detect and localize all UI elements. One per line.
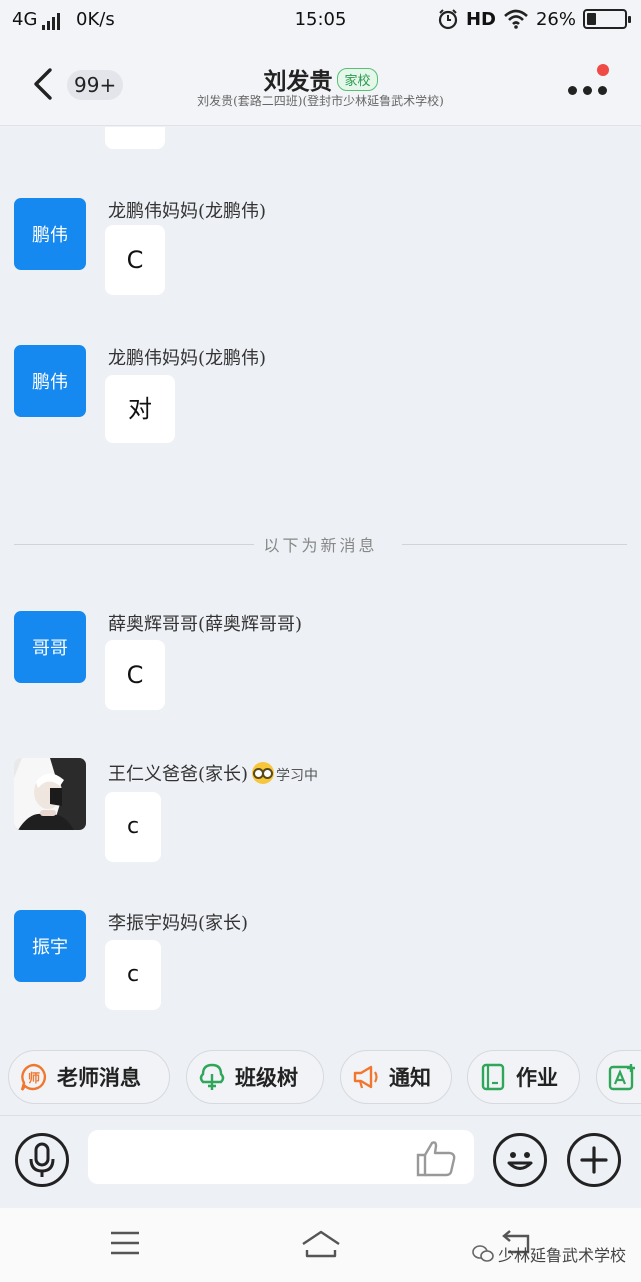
wifi-icon (504, 9, 528, 29)
smiley-icon (507, 1152, 533, 1170)
title-row: 刘发贵 家校 (0, 62, 641, 96)
sender-name: 李振宇妈妈(家长) (108, 913, 249, 934)
sender-avatar[interactable]: 哥哥 (14, 611, 86, 683)
sender-name: 龙鹏伟妈妈(龙鹏伟) (108, 201, 267, 222)
message-bubble[interactable] (105, 127, 165, 149)
chat-subtitle: 刘发贵(套路二四班)(登封市少林延鲁武术学校) (197, 94, 444, 108)
system-nav-bar: 少林延鲁武术学校 (0, 1208, 641, 1282)
message-list[interactable]: 鹏伟 龙鹏伟妈妈(龙鹏伟) C 鹏伟 龙鹏伟妈妈(龙鹏伟) 对 以下为新消息 哥… (0, 127, 641, 1042)
input-bar (0, 1115, 641, 1208)
sender-name-row: 王仁义爸爸(家长) 学习中 (108, 760, 318, 786)
message-bubble[interactable]: 对 (105, 375, 175, 443)
teacher-message-label: 老师消息 (57, 1065, 141, 1090)
chat-title: 刘发贵 (263, 68, 333, 95)
message-bubble[interactable]: c (105, 940, 161, 1010)
homework-label: 作业 (516, 1065, 558, 1090)
microphone-icon (29, 1142, 55, 1177)
homework-button[interactable]: 作业 (467, 1050, 580, 1104)
voice-button[interactable] (15, 1133, 69, 1187)
sender-name: 王仁义爸爸(家长) (108, 764, 249, 785)
new-messages-divider: 以下为新消息 (14, 532, 627, 556)
message-bubble[interactable]: c (105, 792, 161, 862)
class-tree-button[interactable]: 班级树 (186, 1050, 324, 1104)
studying-emoji-icon (252, 762, 275, 784)
quick-action-bar: 师 老师消息 班级树 通知 作业 (0, 1042, 641, 1112)
teacher-chat-icon: 师 (20, 1063, 47, 1091)
sender-avatar-photo[interactable] (14, 758, 86, 830)
message-bubble[interactable]: C (105, 225, 165, 295)
more-options-button[interactable] (566, 64, 610, 98)
svg-text:师: 师 (28, 1070, 40, 1085)
emoji-button[interactable] (493, 1133, 547, 1187)
homework-book-icon (481, 1063, 505, 1091)
notice-button[interactable]: 通知 (340, 1050, 452, 1104)
class-tree-label: 班级树 (235, 1065, 298, 1090)
megaphone-icon (353, 1065, 378, 1089)
thumbs-up-icon[interactable] (414, 1138, 458, 1178)
watermark-text: 少林延鲁武术学校 (498, 1246, 627, 1265)
status-bar: 4G 0K/s 15:05 HD 26% (0, 0, 641, 42)
add-text-icon (608, 1064, 635, 1091)
wechat-logo-icon (472, 1245, 494, 1262)
teacher-message-button[interactable]: 师 老师消息 (8, 1050, 170, 1104)
chat-header: 99+ 刘发贵 家校 刘发贵(套路二四班)(登封市少林延鲁武术学校) (0, 42, 641, 126)
battery-percent: 26% (535, 8, 576, 30)
sender-name: 龙鹏伟妈妈(龙鹏伟) (108, 348, 267, 369)
anime-avatar-image (14, 758, 86, 830)
tree-icon (199, 1063, 225, 1090)
divider-label: 以下为新消息 (263, 536, 378, 555)
menu-icon[interactable] (108, 1228, 142, 1258)
message-bubble[interactable]: C (105, 640, 165, 710)
sender-avatar[interactable]: 鹏伟 (14, 198, 86, 270)
hd-indicator: HD (465, 8, 496, 30)
notification-dot (597, 64, 609, 76)
more-actions-button[interactable] (596, 1050, 641, 1104)
battery-icon (583, 9, 631, 29)
sender-avatar[interactable]: 振宇 (14, 910, 86, 982)
notice-label: 通知 (389, 1065, 431, 1090)
plus-icon (580, 1146, 608, 1174)
sender-name: 薛奥辉哥哥(薛奥辉哥哥) (108, 614, 303, 635)
watermark: 少林延鲁武术学校 (472, 1242, 626, 1266)
chat-type-tag: 家校 (337, 67, 378, 91)
add-attachment-button[interactable] (567, 1133, 621, 1187)
sender-avatar[interactable]: 鹏伟 (14, 345, 86, 417)
alarm-icon (438, 9, 458, 30)
home-icon[interactable] (299, 1228, 343, 1260)
sender-status: 学习中 (276, 768, 319, 784)
